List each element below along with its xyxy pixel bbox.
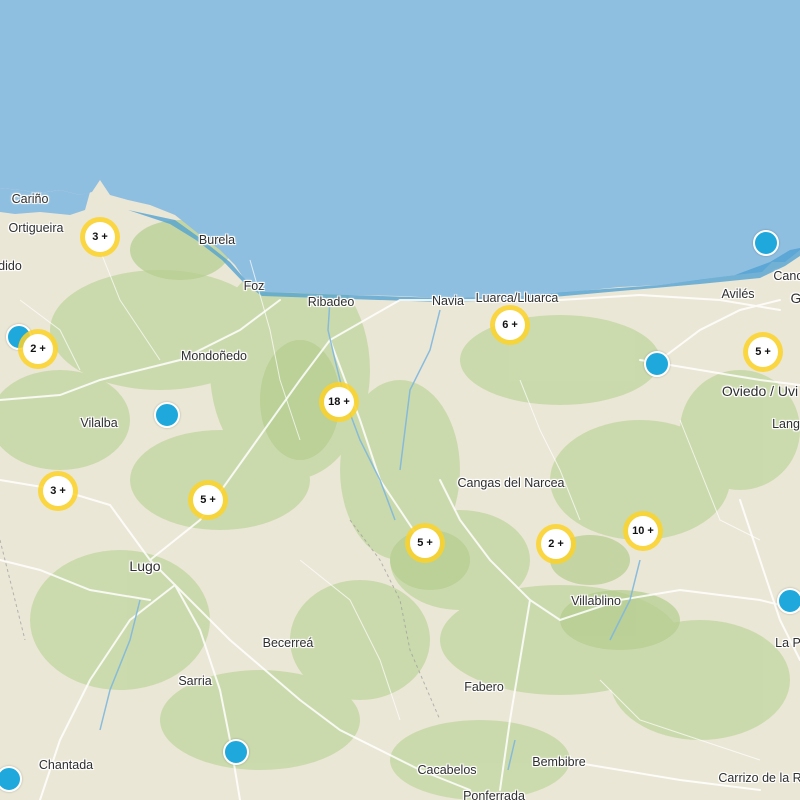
cluster-marker[interactable]: 2 + [18,329,58,369]
location-pin[interactable] [777,588,800,614]
cluster-marker[interactable]: 3 + [38,471,78,511]
cluster-count: 10 + [628,516,658,546]
place-label-aviles: Avilés [721,287,755,301]
place-label-fabero: Fabero [464,680,504,694]
map-basemap [0,0,800,800]
place-label-burela: Burela [198,233,236,247]
place-label-carrizo-de-la-r: Carrizo de la R [718,771,800,785]
place-label-villablino: Villablino [571,594,621,608]
place-label-ortigueira: Ortigueira [8,221,64,235]
cluster-marker[interactable]: 2 + [536,524,576,564]
cluster-count: 3 + [43,476,73,506]
location-pin[interactable] [154,402,180,428]
cluster-marker[interactable]: 5 + [188,480,228,520]
cluster-count: 3 + [85,222,115,252]
place-label-bembibre: Bembibre [532,755,586,769]
location-pin[interactable] [753,230,779,256]
cluster-count: 5 + [410,528,440,558]
place-label-canc: Canc [773,269,800,283]
place-label-carino: Cariño [11,192,49,206]
cluster-marker[interactable]: 6 + [490,305,530,345]
place-label-vilalba: Vilalba [80,416,118,430]
place-label-la-p: La P [775,636,800,650]
cluster-marker[interactable]: 18 + [319,382,359,422]
cluster-count: 2 + [23,334,53,364]
cluster-count: 18 + [324,387,354,417]
cluster-marker[interactable]: 5 + [743,332,783,372]
place-label-oviedo: Oviedo / Uvi [721,383,799,399]
map-canvas[interactable]: Cariño Ortigueira Burela dido Foz Ribade… [0,0,800,800]
place-label-lang: Lang [772,417,800,431]
place-label-mondonedo: Mondoñedo [180,349,248,363]
location-pin[interactable] [644,351,670,377]
cluster-marker[interactable]: 5 + [405,523,445,563]
place-label-sarria: Sarria [178,674,212,688]
cluster-marker[interactable]: 10 + [623,511,663,551]
cluster-count: 6 + [495,310,525,340]
place-label-navia: Navia [432,294,464,308]
place-label-cangas-del-narcea: Cangas del Narcea [457,476,565,490]
place-label-g: G [790,290,800,306]
place-label-dido: dido [0,259,22,273]
place-label-chantada: Chantada [38,758,94,772]
place-label-ribadeo: Ribadeo [307,295,355,309]
place-label-luarca: Luarca/Lluarca [475,291,559,305]
cluster-count: 2 + [541,529,571,559]
place-label-lugo: Lugo [129,558,161,574]
cluster-marker[interactable]: 3 + [80,217,120,257]
cluster-count: 5 + [748,337,778,367]
location-pin[interactable] [223,739,249,765]
cluster-count: 5 + [193,485,223,515]
place-label-cacabelos: Cacabelos [417,763,477,777]
place-label-foz: Foz [243,279,265,293]
place-label-becerrea: Becerreá [262,636,314,650]
place-label-ponferrada: Ponferrada [463,789,525,800]
